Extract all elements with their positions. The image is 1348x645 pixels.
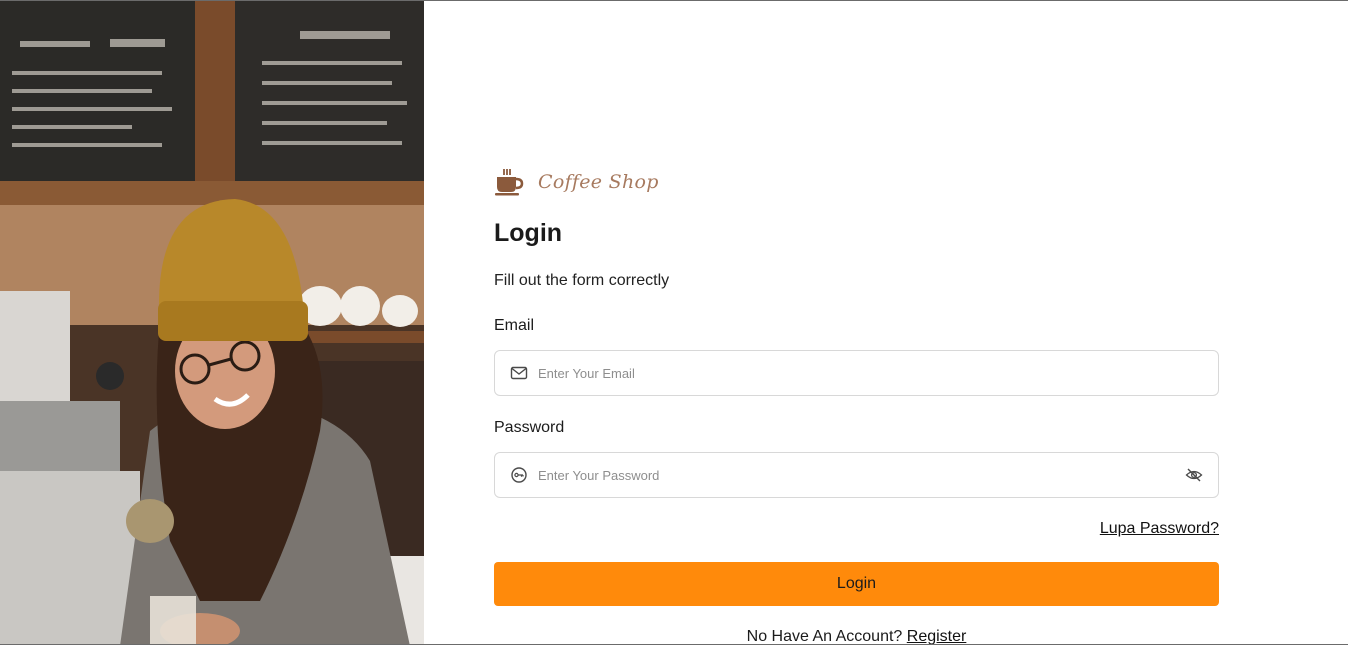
hero-photo (0, 1, 424, 644)
register-prompt: No Have An Account? Register (494, 628, 1219, 645)
barista-photo-illustration (0, 1, 424, 644)
key-icon (511, 467, 527, 483)
password-field[interactable] (494, 452, 1219, 498)
brand-name: Coffee Shop (538, 171, 659, 193)
email-label: Email (494, 317, 535, 334)
login-page: Coffee Shop Login Fill out the form corr… (0, 0, 1348, 645)
login-button[interactable]: Login (494, 562, 1219, 606)
email-field[interactable] (494, 350, 1219, 396)
mail-icon (510, 366, 528, 380)
email-input[interactable] (536, 352, 1218, 394)
register-prompt-text: No Have An Account? (746, 628, 907, 645)
eye-off-icon[interactable] (1185, 466, 1203, 484)
page-title: Login (494, 219, 563, 247)
form-subtitle: Fill out the form correctly (494, 272, 670, 289)
login-form: Coffee Shop Login Fill out the form corr… (494, 1, 1219, 645)
password-label: Password (494, 419, 565, 436)
forgot-password-link[interactable]: Lupa Password? (1100, 520, 1219, 538)
brand: Coffee Shop (494, 166, 659, 198)
password-input[interactable] (536, 454, 1185, 496)
coffee-cup-icon (495, 169, 524, 196)
register-link[interactable]: Register (907, 628, 967, 644)
